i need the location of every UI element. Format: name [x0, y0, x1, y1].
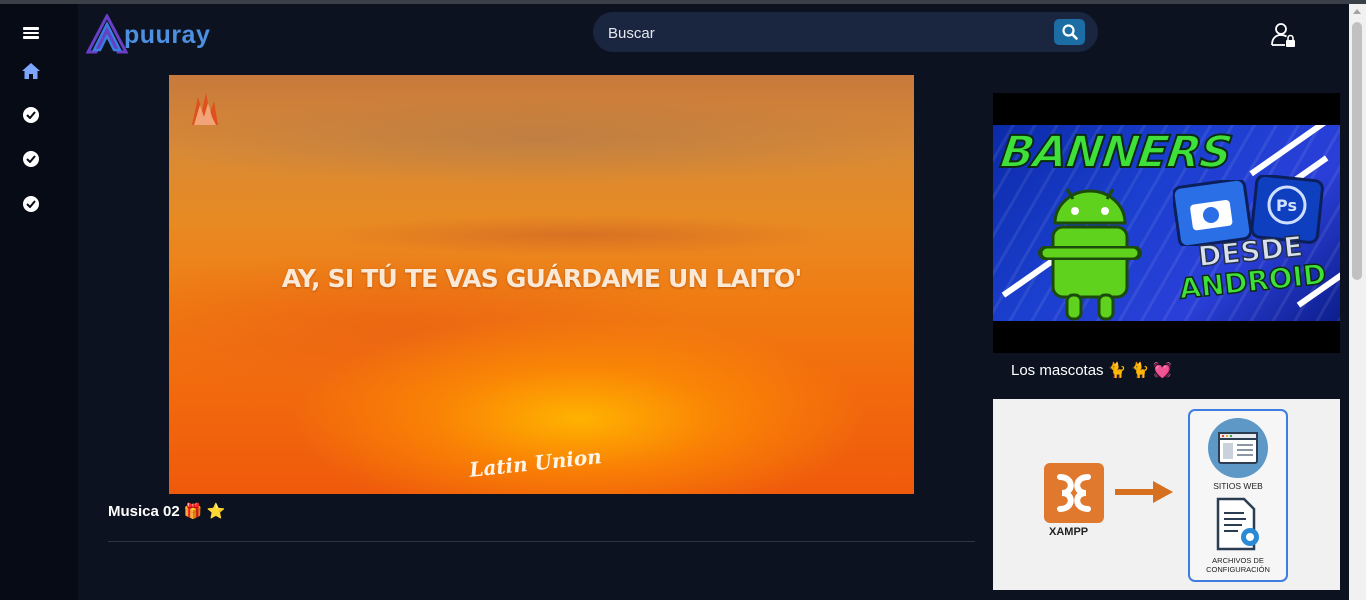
- sidebar-check-icon-2[interactable]: [20, 148, 42, 170]
- scroll-up-icon[interactable]: [1353, 9, 1361, 14]
- user-lock-icon: [1271, 23, 1295, 47]
- related-video-title[interactable]: Los mascotas 🐈 🐈 💓: [1011, 361, 1172, 379]
- user-login-button[interactable]: [1270, 21, 1298, 49]
- xampp-logo-icon: [1044, 463, 1104, 523]
- website-icon: [1208, 418, 1268, 478]
- brand-logo[interactable]: puuray: [86, 10, 210, 54]
- sitios-web-label: SITIOS WEB: [1213, 481, 1263, 491]
- search-button[interactable]: [1054, 19, 1085, 45]
- video-player[interactable]: AY, SI TÚ TE VAS GUÁRDAME UN LAITO' Lati…: [169, 75, 914, 494]
- sidebar-check-icon-1[interactable]: [20, 104, 42, 126]
- search-icon: [1061, 24, 1078, 40]
- search-bar: [593, 12, 1098, 52]
- arrow-right-icon: [1115, 481, 1173, 503]
- scrollbar-thumb[interactable]: [1352, 22, 1362, 280]
- page-scrollbar[interactable]: [1349, 4, 1366, 600]
- brand-name: puuray: [124, 21, 211, 49]
- xampp-label: XAMPP: [1049, 526, 1089, 538]
- channel-watermark: Latin Union: [468, 444, 603, 482]
- config-panel: SITIOS WEB ARCHIVOS DE CONFIGURACIÓN: [1188, 409, 1288, 582]
- svg-text:Ps: Ps: [1276, 196, 1297, 215]
- thumb-title: BANNERS: [996, 126, 1235, 179]
- config-file-icon: [1216, 497, 1259, 551]
- sidebar: [0, 4, 78, 600]
- related-video-card[interactable]: XAMPP SITIOS WEB ARCHIVOS DE CONFIGURACI…: [993, 399, 1340, 590]
- search-input[interactable]: [606, 21, 1040, 45]
- top-border: [0, 0, 1366, 4]
- logo-mark-icon: [86, 14, 128, 54]
- menu-icon[interactable]: [20, 22, 42, 44]
- archivos-label: ARCHIVOS DE CONFIGURACIÓN: [1206, 556, 1270, 574]
- related-video-card[interactable]: BANNERS Ps DESDE ANDROID: [993, 93, 1340, 353]
- divider: [108, 541, 975, 542]
- channel-logo-icon: [192, 93, 218, 125]
- sky-cloud: [169, 95, 914, 185]
- video-title: Musica 02 🎁 ⭐: [108, 503, 226, 520]
- related-thumbnail: BANNERS Ps DESDE ANDROID: [993, 125, 1340, 321]
- home-icon[interactable]: [20, 60, 42, 82]
- sky-cloud: [319, 215, 839, 255]
- lyric-text: AY, SI TÚ TE VAS GUÁRDAME UN LAITO': [281, 264, 802, 293]
- android-mascot-icon: [1038, 188, 1142, 321]
- sidebar-check-icon-3[interactable]: [20, 193, 42, 215]
